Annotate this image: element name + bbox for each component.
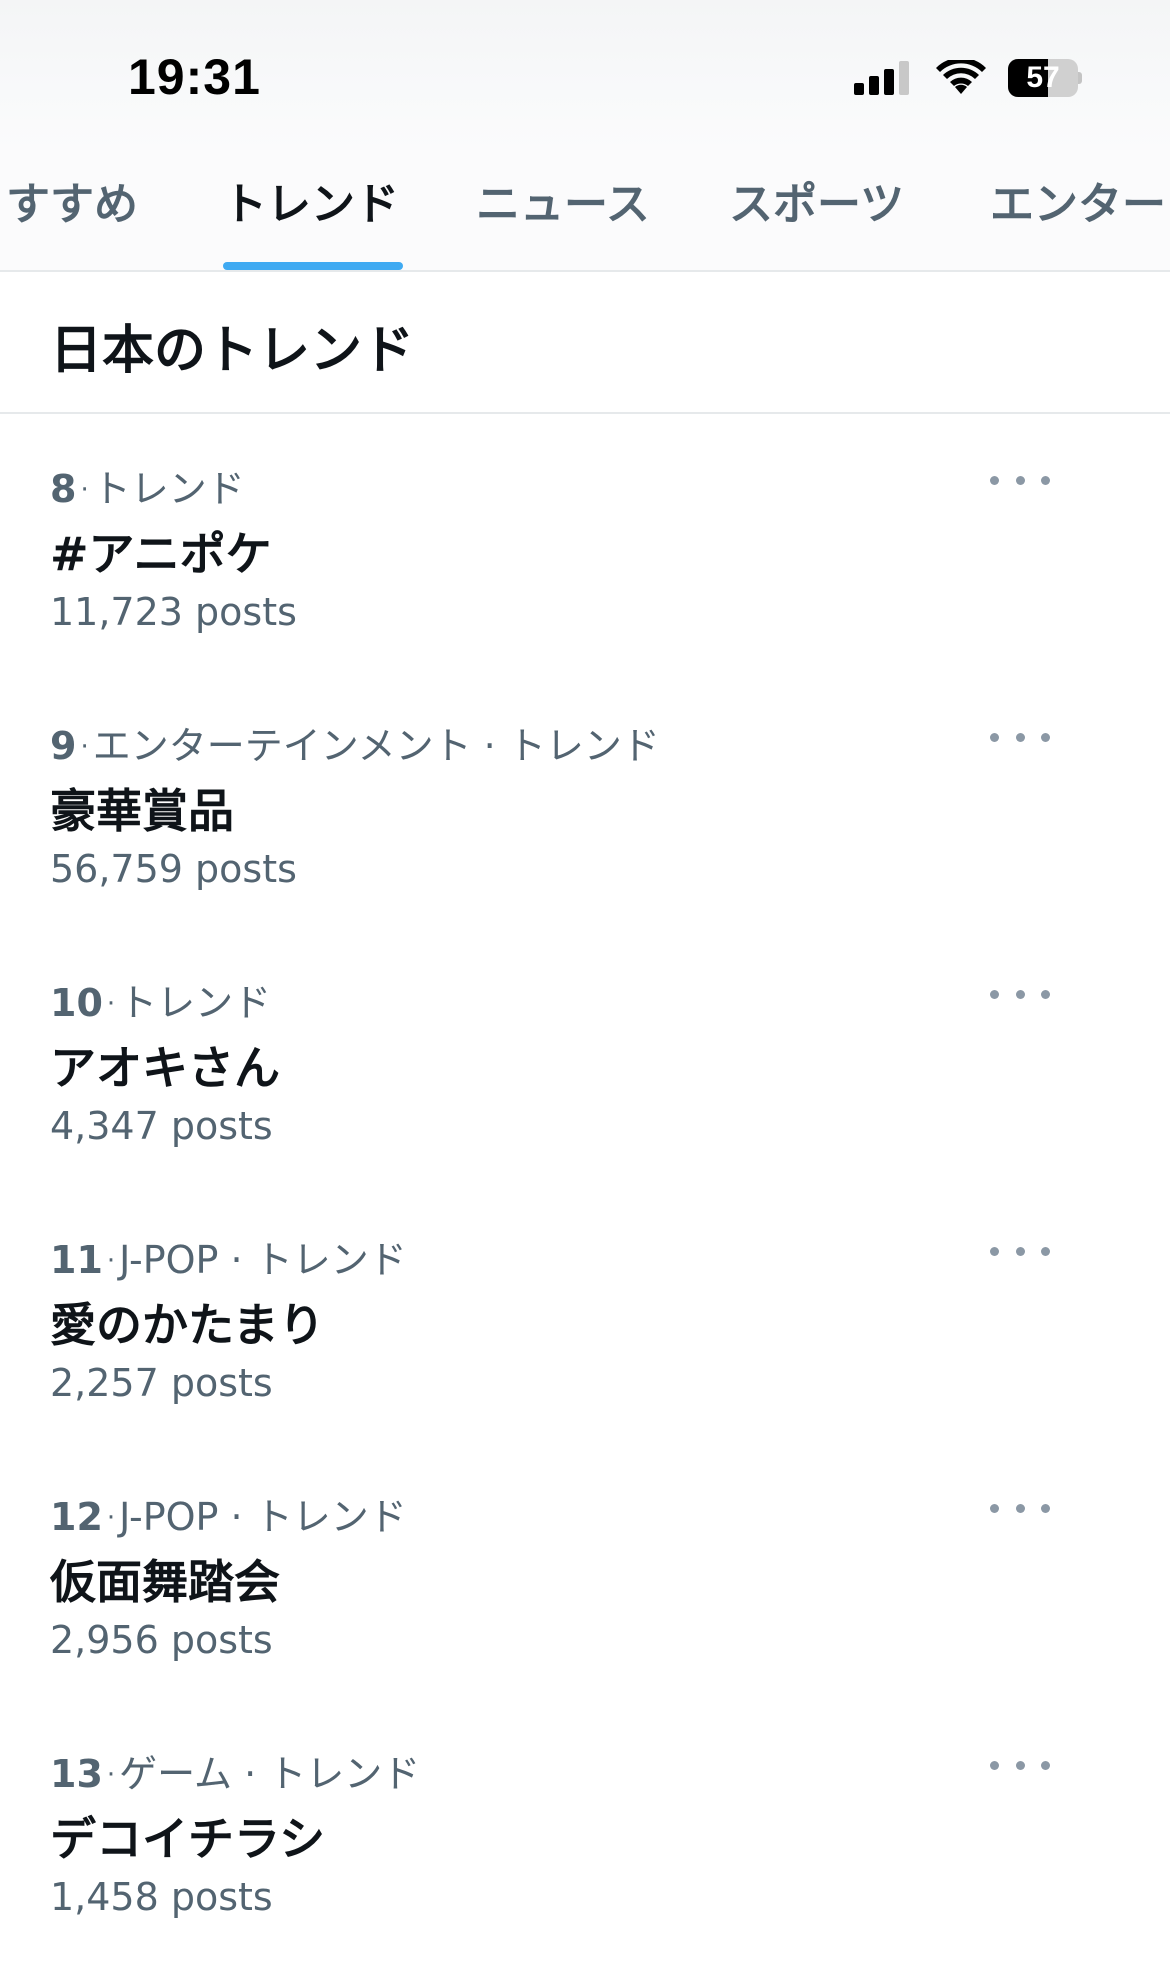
tab-entertainment[interactable]: エンター bbox=[990, 150, 1166, 270]
status-bar: 19:31 57 bbox=[0, 0, 1170, 150]
trend-meta: 13 · ゲーム · トレンド bbox=[50, 1743, 420, 1798]
trend-rank: 13 bbox=[50, 1752, 103, 1796]
trend-rank: 12 bbox=[50, 1495, 103, 1539]
trend-post-count: 2,257 posts bbox=[50, 1361, 273, 1405]
trend-meta: 10 · トレンド bbox=[50, 972, 271, 1027]
trend-name: 愛のかたまり bbox=[50, 1298, 325, 1352]
more-options-icon[interactable] bbox=[990, 727, 1050, 747]
trend-separator: · bbox=[106, 1760, 116, 1790]
trend-separator: · bbox=[106, 1246, 116, 1276]
active-tab-indicator bbox=[223, 262, 403, 270]
trend-category: トレンド bbox=[119, 981, 272, 1025]
trend-separator: · bbox=[106, 989, 116, 1019]
explore-tabs: すすめ トレンド ニュース スポーツ エンター bbox=[0, 150, 1170, 272]
trend-post-count: 11,723 posts bbox=[50, 590, 297, 634]
trend-category: J-POP · トレンド bbox=[119, 1238, 407, 1282]
trend-rank: 11 bbox=[50, 1238, 103, 1282]
trend-meta: 11 · J-POP · トレンド bbox=[50, 1229, 407, 1284]
trend-rank: 8 bbox=[50, 467, 77, 511]
battery-icon: 57 bbox=[1008, 59, 1082, 97]
trend-post-count: 4,347 posts bbox=[50, 1104, 273, 1148]
tab-for-you[interactable]: すすめ bbox=[6, 150, 138, 270]
tab-trending[interactable]: トレンド bbox=[223, 150, 399, 270]
trend-meta: 9 · エンターテインメント · トレンド bbox=[50, 715, 660, 770]
status-icons: 57 bbox=[854, 56, 1082, 100]
more-options-icon[interactable] bbox=[990, 984, 1050, 1004]
trend-rank: 10 bbox=[50, 981, 103, 1025]
trend-item[interactable]: 9 · エンターテインメント · トレンド 豪華賞品 56,759 posts bbox=[0, 671, 1170, 928]
trend-post-count: 56,759 posts bbox=[50, 847, 297, 891]
trend-category: J-POP · トレンド bbox=[119, 1495, 407, 1539]
trend-name: 仮面舞踏会 bbox=[50, 1555, 280, 1609]
trend-post-count: 2,956 posts bbox=[50, 1618, 273, 1662]
wifi-icon bbox=[936, 60, 986, 94]
trend-separator: · bbox=[80, 475, 89, 505]
section-title: 日本のトレンド bbox=[50, 321, 415, 381]
tab-sports[interactable]: スポーツ bbox=[729, 150, 904, 270]
trend-item[interactable]: 8 · トレンド #アニポケ 11,723 posts bbox=[0, 414, 1170, 671]
trend-item[interactable]: 13 · ゲーム · トレンド デコイチラシ 1,458 posts bbox=[0, 1699, 1170, 1956]
tab-news[interactable]: ニュース bbox=[476, 150, 650, 270]
trend-separator: · bbox=[80, 732, 89, 762]
section-header: 日本のトレンド bbox=[0, 272, 1170, 414]
trend-category: トレンド bbox=[92, 467, 245, 511]
battery-level: 57 bbox=[1026, 61, 1060, 94]
more-options-icon[interactable] bbox=[990, 1755, 1050, 1775]
trend-item[interactable]: 11 · J-POP · トレンド 愛のかたまり 2,257 posts bbox=[0, 1185, 1170, 1442]
trend-separator: · bbox=[106, 1503, 116, 1533]
more-options-icon[interactable] bbox=[990, 470, 1050, 490]
trend-category: ゲーム · トレンド bbox=[119, 1752, 421, 1796]
more-options-icon[interactable] bbox=[990, 1498, 1050, 1518]
more-options-icon[interactable] bbox=[990, 1241, 1050, 1261]
trend-post-count: 1,458 posts bbox=[50, 1875, 273, 1919]
trend-item[interactable]: 10 · トレンド アオキさん 4,347 posts bbox=[0, 928, 1170, 1185]
trend-name: #アニポケ bbox=[50, 527, 272, 581]
trend-name: デコイチラシ bbox=[50, 1812, 326, 1866]
trend-category: エンターテインメント · トレンド bbox=[92, 724, 660, 768]
trend-name: アオキさん bbox=[50, 1041, 280, 1095]
trend-name: 豪華賞品 bbox=[50, 784, 234, 838]
trend-meta: 8 · トレンド bbox=[50, 458, 245, 513]
status-time: 19:31 bbox=[128, 49, 261, 105]
trend-meta: 12 · J-POP · トレンド bbox=[50, 1486, 407, 1541]
trend-rank: 9 bbox=[50, 724, 77, 768]
trend-list: 8 · トレンド #アニポケ 11,723 posts 9 · エンターテインメント ·… bbox=[0, 414, 1170, 1956]
trend-item[interactable]: 12 · J-POP · トレンド 仮面舞踏会 2,956 posts bbox=[0, 1442, 1170, 1699]
cellular-signal-icon bbox=[854, 61, 909, 95]
